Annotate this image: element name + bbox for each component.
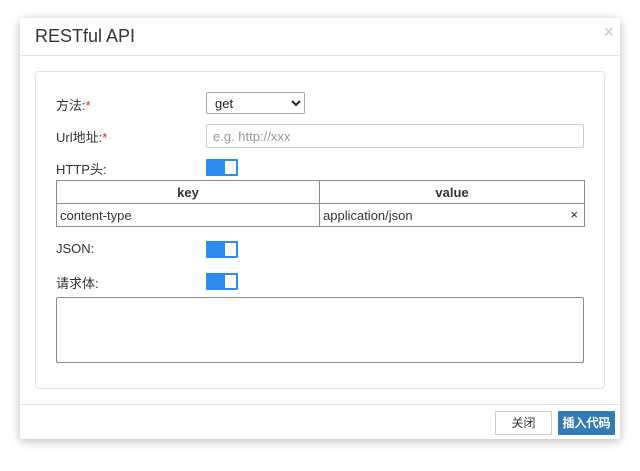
header-key-cell[interactable]: content-type bbox=[56, 203, 320, 227]
toggle-knob bbox=[225, 243, 236, 256]
dialog-title: RESTful API bbox=[35, 26, 136, 46]
table-row: content-type application/json × bbox=[56, 203, 585, 227]
http-headers-toggle[interactable] bbox=[206, 159, 238, 176]
required-mark: * bbox=[85, 98, 91, 113]
restful-api-dialog: RESTful API × 方法:* get Url地址:* HTTP头: ke… bbox=[20, 18, 620, 439]
method-select[interactable]: get bbox=[206, 92, 305, 114]
header-value-text: application/json bbox=[323, 207, 413, 223]
table-header-row: key value bbox=[56, 180, 585, 204]
form-panel: 方法:* get Url地址:* HTTP头: key value conten… bbox=[35, 71, 605, 389]
header-divider bbox=[20, 55, 620, 56]
column-header-key: key bbox=[56, 180, 320, 204]
insert-code-button[interactable]: 插入代码 bbox=[558, 411, 615, 435]
delete-row-icon[interactable]: × bbox=[570, 207, 578, 222]
http-headers-label: HTTP头: bbox=[56, 162, 107, 177]
json-toggle[interactable] bbox=[206, 241, 238, 258]
headers-table: key value content-type application/json × bbox=[56, 180, 585, 227]
required-mark: * bbox=[102, 130, 108, 145]
footer-divider bbox=[20, 404, 620, 405]
json-label: JSON: bbox=[56, 241, 95, 256]
column-header-value: value bbox=[319, 180, 585, 204]
close-icon[interactable]: × bbox=[603, 22, 614, 42]
request-body-toggle[interactable] bbox=[206, 273, 238, 290]
header-value-cell[interactable]: application/json × bbox=[319, 203, 585, 227]
toggle-knob bbox=[225, 161, 236, 174]
method-label: 方法:* bbox=[56, 98, 91, 113]
request-body-label: 请求体: bbox=[56, 276, 99, 291]
toggle-knob bbox=[225, 275, 236, 288]
url-input[interactable] bbox=[206, 124, 584, 148]
close-button[interactable]: 关闭 bbox=[495, 411, 552, 435]
url-label: Url地址:* bbox=[56, 130, 108, 145]
request-body-textarea[interactable] bbox=[56, 297, 584, 363]
